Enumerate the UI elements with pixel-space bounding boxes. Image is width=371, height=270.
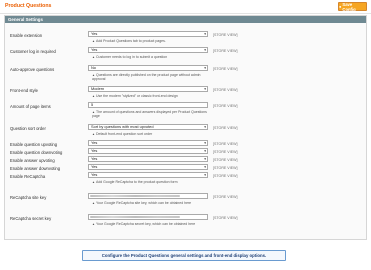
field-note: ▲Customer needs to log in to submit a qu… — [92, 55, 208, 59]
field-label: Auto-approve questions — [10, 67, 55, 72]
field-label: ReCaptcha site key — [10, 195, 47, 200]
page-items-input[interactable]: 5 — [88, 102, 208, 108]
question-downvoting-select[interactable]: Yes ▾ — [88, 148, 208, 154]
note-text: The amount of questions and answers disp… — [92, 110, 207, 119]
field-note: ▲Add Product Questions tab to product pa… — [92, 39, 208, 43]
scope-label: [STORE VIEW] — [213, 142, 238, 146]
recaptcha-select[interactable]: Yes ▾ — [88, 172, 208, 178]
note-arrow-icon: ▲ — [92, 94, 95, 98]
scope-label: [STORE VIEW] — [213, 126, 238, 130]
select-value: No — [91, 65, 96, 70]
select-value: Yes — [91, 140, 98, 145]
note-arrow-icon: ▲ — [92, 55, 95, 59]
field-label: Amount of page items — [10, 104, 51, 109]
select-value: Yes — [91, 31, 98, 36]
select-value: Yes — [91, 164, 98, 169]
select-value: Yes — [91, 47, 98, 52]
scope-label: [STORE VIEW] — [213, 67, 238, 71]
chevron-down-icon: ▾ — [204, 149, 206, 153]
chevron-down-icon: ▾ — [204, 141, 206, 145]
section-header[interactable]: General Settings — [5, 16, 366, 23]
enable-extension-select[interactable]: Yes ▾ — [88, 31, 208, 37]
note-text: Questions are directly published on the … — [92, 73, 201, 82]
chevron-down-icon: ▾ — [204, 87, 206, 91]
field-note: ▲The amount of questions and answers dis… — [92, 110, 208, 118]
select-value: Sort by questions with most upvoted — [91, 124, 154, 129]
header-divider — [0, 13, 371, 14]
field-label: ReCaptcha secret key — [10, 216, 52, 221]
question-upvoting-select[interactable]: Yes ▾ — [88, 140, 208, 146]
scope-label: [STORE VIEW] — [213, 33, 238, 37]
chevron-down-icon: ▾ — [204, 48, 206, 52]
auto-approve-select[interactable]: No ▾ — [88, 65, 208, 71]
field-label: Customer log in required — [10, 49, 56, 54]
note-arrow-icon: ▲ — [92, 39, 95, 43]
field-note: ▲Use the modern "stylized" or classic fr… — [92, 94, 208, 98]
chevron-down-icon: ▾ — [204, 66, 206, 70]
scope-label: [STORE VIEW] — [213, 174, 238, 178]
select-value: Yes — [91, 156, 98, 161]
select-value: Yes — [91, 172, 98, 177]
note-text: Your Google ReCaptcha secret key, which … — [95, 222, 196, 226]
scope-label: [STORE VIEW] — [213, 104, 238, 108]
save-config-button[interactable]: ● Save Config — [338, 1, 367, 12]
field-note: ▲Your Google ReCaptcha site key, which c… — [92, 201, 208, 205]
scope-label: [STORE VIEW] — [213, 158, 238, 162]
note-text: Customer needs to log in to submit a que… — [95, 55, 168, 59]
chevron-down-icon: ▾ — [204, 173, 206, 177]
note-arrow-icon: ▲ — [92, 201, 95, 205]
field-label: Enable ReCaptcha — [10, 174, 46, 179]
field-note: ▲Default front-end question sort order — [92, 132, 208, 136]
chevron-down-icon: ▾ — [204, 165, 206, 169]
select-value: Yes — [91, 148, 98, 153]
sort-order-select[interactable]: Sort by questions with most upvoted ▾ — [88, 124, 208, 130]
field-label: Question sort order — [10, 126, 46, 131]
field-note: ▲Add Google ReCaptcha to the product que… — [92, 180, 208, 184]
field-note: ▲Questions are directly published on the… — [92, 73, 208, 81]
note-text: Use the modern "stylized" or classic fro… — [95, 94, 178, 98]
answer-downvoting-select[interactable]: Yes ▾ — [88, 164, 208, 170]
field-label: Enable question upvoting — [10, 142, 58, 147]
note-arrow-icon: ▲ — [92, 180, 95, 184]
field-label: Enable extension — [10, 33, 43, 38]
select-value: Modern — [91, 86, 105, 91]
field-label: Front-end style — [10, 88, 38, 93]
page-title: Product Questions — [5, 3, 52, 9]
answer-upvoting-select[interactable]: Yes ▾ — [88, 156, 208, 162]
note-text: Default front-end question sort order — [95, 132, 153, 136]
front-end-style-select[interactable]: Modern ▾ — [88, 86, 208, 92]
scope-label: [STORE VIEW] — [213, 49, 238, 53]
field-label: Enable answer upvoting — [10, 158, 55, 163]
field-label: Enable question downvoting — [10, 150, 63, 155]
scope-label: [STORE VIEW] — [213, 150, 238, 154]
scope-label: [STORE VIEW] — [213, 166, 238, 170]
note-arrow-icon: ▲ — [92, 222, 95, 226]
note-arrow-icon: ▲ — [92, 132, 95, 136]
save-icon: ● — [339, 4, 342, 9]
note-text: Your Google ReCaptcha site key, which ca… — [95, 201, 192, 205]
general-settings-panel: General Settings Enable extension Yes ▾ [… — [4, 15, 367, 240]
screenshot-caption: Configure the Product Questions general … — [82, 250, 286, 261]
save-config-label: Save Config — [342, 1, 356, 12]
chevron-down-icon: ▾ — [204, 125, 206, 129]
chevron-down-icon: ▾ — [204, 157, 206, 161]
scope-label: [STORE VIEW] — [213, 216, 238, 220]
field-label: Enable answer downvoting — [10, 166, 61, 171]
field-note: ▲Your Google ReCaptcha secret key, which… — [92, 222, 208, 226]
scope-label: [STORE VIEW] — [213, 88, 238, 92]
chevron-down-icon: ▾ — [204, 32, 206, 36]
scope-label: [STORE VIEW] — [213, 195, 238, 199]
note-text: Add Product Questions tab to product pag… — [95, 39, 166, 43]
customer-login-select[interactable]: Yes ▾ — [88, 47, 208, 53]
note-text: Add Google ReCaptcha to the product ques… — [95, 180, 178, 184]
redacted-value — [90, 195, 180, 198]
redacted-value — [90, 216, 180, 219]
